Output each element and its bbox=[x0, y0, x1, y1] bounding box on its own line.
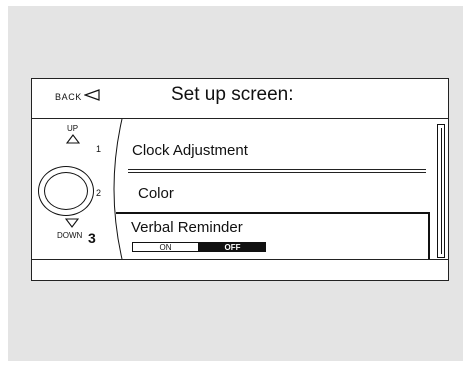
menu-item-label: Color bbox=[138, 185, 174, 202]
scrollbar-track[interactable] bbox=[437, 124, 445, 258]
toggle-off-button[interactable]: OFF bbox=[199, 242, 266, 252]
scrollbar-thumb[interactable] bbox=[439, 128, 442, 254]
down-label: DOWN bbox=[57, 231, 83, 240]
selector-knob[interactable] bbox=[38, 166, 94, 216]
up-arrow-icon[interactable]: UP bbox=[65, 124, 85, 148]
menu-bottom-divider bbox=[32, 259, 448, 260]
down-arrow-icon[interactable]: DOWN bbox=[57, 218, 87, 246]
menu-item-color[interactable]: Color bbox=[124, 173, 428, 209]
item-number-3: 3 bbox=[88, 230, 96, 246]
back-label: BACK bbox=[55, 92, 82, 102]
page-title: Set up screen: bbox=[171, 84, 294, 105]
up-label: UP bbox=[67, 124, 79, 133]
back-button[interactable]: BACK bbox=[55, 89, 100, 105]
back-arrow-icon bbox=[83, 88, 100, 106]
menu-item-label: Clock Adjustment bbox=[132, 142, 248, 159]
menu-item-label: Verbal Reminder bbox=[131, 219, 243, 236]
selector-knob-inner bbox=[44, 172, 88, 210]
menu-item-clock-adjustment[interactable]: Clock Adjustment bbox=[124, 119, 428, 169]
toggle-on-button[interactable]: ON bbox=[132, 242, 199, 252]
menu-divider-1 bbox=[128, 169, 426, 170]
